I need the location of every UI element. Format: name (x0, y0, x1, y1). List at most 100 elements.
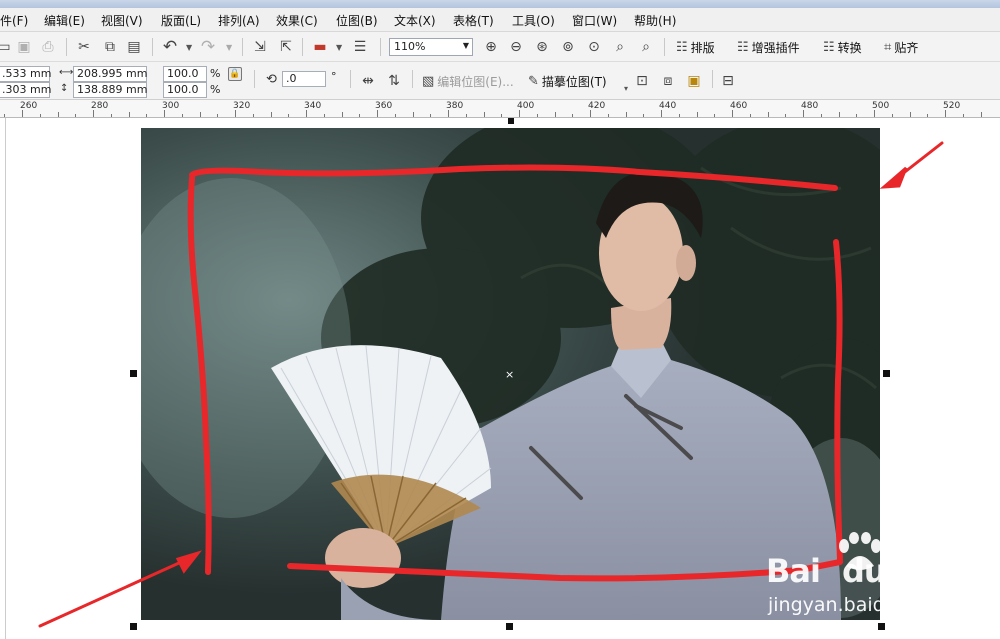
import-icon[interactable]: ⇲ (250, 37, 270, 57)
menu-arrange[interactable]: 排列(A) (218, 12, 260, 29)
menu-tools[interactable]: 工具(O) (512, 12, 555, 29)
toolbar-separator (302, 38, 303, 56)
y-position-field[interactable]: .303 mm (0, 82, 51, 98)
ruler-tick (4, 114, 6, 117)
ruler-tick (803, 110, 804, 117)
menu-view[interactable]: 视图(V) (101, 12, 143, 29)
selection-handle-left[interactable] (130, 370, 137, 377)
snap-button[interactable]: ⌗ 贴齐 (884, 39, 918, 56)
ruler-tick (430, 114, 432, 117)
menu-text[interactable]: 文本(X) (394, 12, 436, 29)
selection-handle-bottom[interactable] (506, 623, 513, 630)
scale-x-percent: % (210, 67, 221, 80)
menu-bitmaps[interactable]: 位图(B) (336, 12, 378, 29)
ruler-tick (306, 110, 307, 117)
enhance-plugin-label: 增强插件 (751, 41, 800, 55)
mirror-horizontal-icon[interactable]: ⇹ (358, 71, 378, 91)
ruler-tick (270, 112, 272, 117)
ruler-tick (394, 114, 396, 117)
zoom-height-icon[interactable]: ⌕ (636, 37, 656, 57)
ruler-tick (128, 112, 130, 117)
ruler-tick (874, 110, 875, 117)
ruler-tick (39, 114, 41, 117)
convert-button[interactable]: ☷ 转换 (823, 39, 862, 56)
cut-icon[interactable]: ✂ (74, 37, 94, 57)
ruler-tick (625, 112, 627, 117)
menu-window[interactable]: 窗口(W) (572, 12, 617, 29)
scale-x-field[interactable]: 100.0 (163, 66, 207, 82)
trace-bitmap-button[interactable]: ✎ 描摹位图(T) (528, 73, 607, 90)
ruler-tick (785, 114, 787, 117)
horizontal-ruler[interactable]: 260 280 300 320 340 360 380 400 420 440 … (0, 100, 1000, 118)
wrap-text-icon[interactable]: ⊟ (718, 71, 738, 91)
zoom-selected-icon[interactable]: ⊛ (532, 37, 552, 57)
ruler-tick (536, 114, 538, 117)
menu-help[interactable]: 帮助(H) (634, 12, 676, 29)
print-icon[interactable]: ⎙ (38, 37, 58, 57)
lock-ratio-icon[interactable]: 🔒 (228, 67, 242, 81)
toolbar-separator (350, 70, 351, 88)
watermark-jingyan: 经验 (906, 559, 963, 592)
standard-toolbar: ▭ ▣ ⎙ ✂ ⧉ ▤ ↶ ▼ ↷ ▼ ⇲ ⇱ ▬ ▼ ☰ 110% ▼ ⊕ ⊖… (0, 32, 1000, 62)
zoom-level-select[interactable]: 110% ▼ (389, 38, 473, 56)
convert-icon: ☷ (823, 40, 835, 55)
toolbar-separator (152, 38, 153, 56)
ruler-tick (288, 114, 290, 117)
ruler-tick (643, 114, 645, 117)
ruler-tick (572, 114, 574, 117)
redo-icon[interactable]: ↷ (198, 37, 218, 57)
mirror-vertical-icon[interactable]: ⇅ (384, 71, 404, 91)
height-field[interactable]: 138.889 mm (73, 82, 147, 98)
zoom-width-icon[interactable]: ⌕ (610, 37, 630, 57)
rotation-center-icon[interactable]: × (505, 368, 514, 381)
convert-label: 转换 (837, 41, 862, 55)
crop-bitmap-icon[interactable]: ⊡ (632, 71, 652, 91)
selection-handle-top[interactable] (508, 118, 514, 124)
property-bar: .533 mm .303 mm ⟷ ↕ 208.995 mm 138.889 m… (0, 62, 1000, 100)
export-icon[interactable]: ⇱ (276, 37, 296, 57)
toolbar-separator (664, 38, 665, 56)
menu-table[interactable]: 表格(T) (453, 12, 494, 29)
menu-effects[interactable]: 效果(C) (276, 12, 318, 29)
x-position-field[interactable]: .533 mm (0, 66, 51, 82)
ruler-tick (341, 112, 343, 117)
undo-dropdown-icon[interactable]: ▼ (186, 43, 192, 52)
save-icon[interactable]: ▣ (14, 37, 34, 57)
ruler-tick (93, 110, 94, 117)
scale-y-field[interactable]: 100.0 (163, 82, 207, 98)
rotation-field[interactable]: .0 (282, 71, 326, 87)
selection-handle-right[interactable] (883, 370, 890, 377)
undo-icon[interactable]: ↶ (160, 37, 180, 57)
welcome-screen-icon[interactable]: ☰ (350, 37, 370, 57)
resample-icon[interactable]: ⧈ (658, 71, 678, 91)
menu-edit[interactable]: 编辑(E) (44, 12, 85, 29)
layout-button[interactable]: ☷ 排版 (676, 39, 715, 56)
trace-dropdown-icon[interactable]: ▾ (624, 84, 628, 93)
copy-icon[interactable]: ⧉ (100, 37, 120, 57)
zoom-all-objects-icon[interactable]: ⊚ (558, 37, 578, 57)
plugin-icon: ☷ (737, 40, 749, 55)
bitmap-color-mask-icon[interactable]: ▣ (684, 71, 704, 91)
trace-bitmap-icon: ✎ (528, 74, 539, 89)
ruler-tick (962, 114, 964, 117)
menu-layout[interactable]: 版面(L) (161, 12, 201, 29)
paste-icon[interactable]: ▤ (124, 37, 144, 57)
launcher-dropdown-icon[interactable]: ▼ (336, 43, 342, 52)
ruler-tick (696, 112, 698, 117)
ruler-tick (412, 112, 414, 117)
zoom-out-icon[interactable]: ⊖ (506, 37, 526, 57)
zoom-page-icon[interactable]: ⊙ (584, 37, 604, 57)
enhance-plugin-button[interactable]: ☷ 增强插件 (737, 39, 800, 56)
menu-file[interactable]: 件(F) (0, 12, 28, 29)
zoom-in-icon[interactable]: ⊕ (481, 37, 501, 57)
application-launcher-icon[interactable]: ▬ (310, 37, 330, 57)
ruler-tick (732, 110, 733, 117)
selection-handle-bottom-left[interactable] (130, 623, 137, 630)
redo-dropdown-icon[interactable]: ▼ (226, 43, 232, 52)
chevron-down-icon: ▼ (462, 41, 469, 50)
width-field[interactable]: 208.995 mm (73, 66, 147, 82)
open-icon[interactable]: ▭ (0, 37, 14, 57)
edit-bitmap-button[interactable]: ▧ 编辑位图(E)... (422, 73, 514, 90)
ruler-tick (678, 114, 680, 117)
watermark-brand: Bai du (766, 552, 887, 590)
